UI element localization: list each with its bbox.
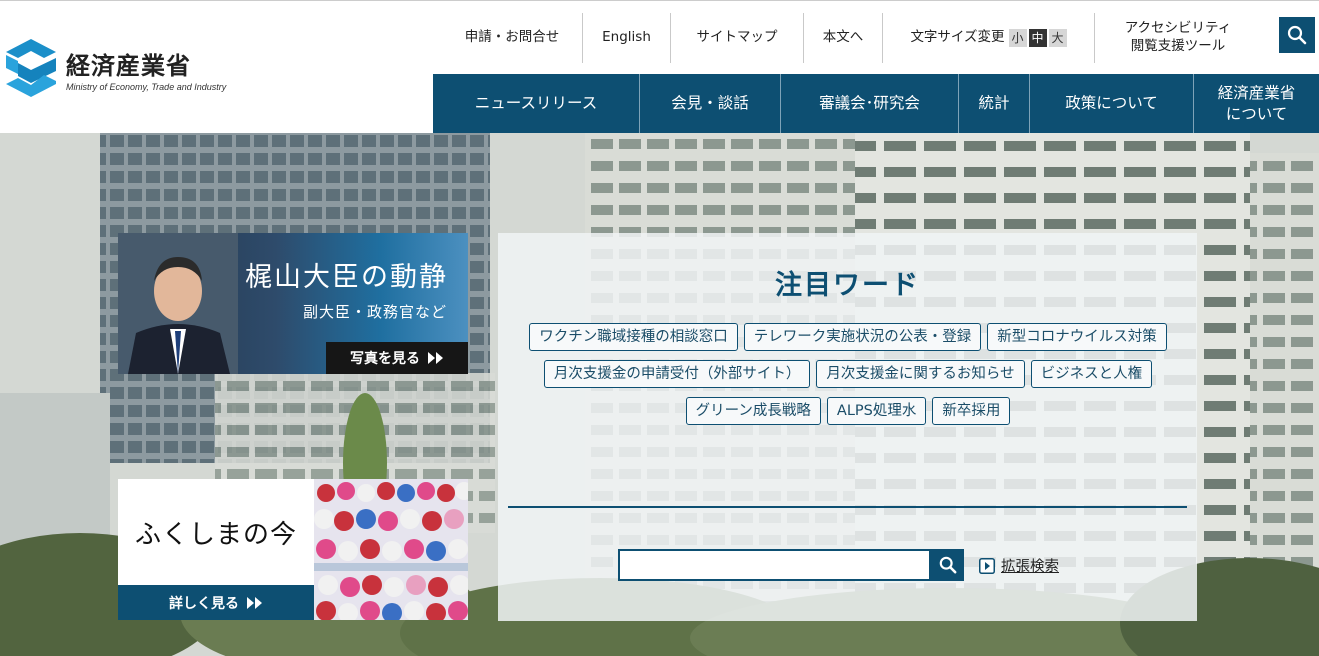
attention-words-title: 注目ワード xyxy=(775,270,920,301)
tag-monthly-support-notice[interactable]: 月次支援金に関するお知らせ xyxy=(816,360,1025,388)
tag-alps-treated-water[interactable]: ALPS処理水 xyxy=(826,397,927,425)
english-link[interactable]: English xyxy=(582,13,670,63)
font-size-large-button[interactable]: 大 xyxy=(1048,29,1067,47)
fukushima-details-button[interactable]: 詳しく見る xyxy=(118,585,314,620)
header-search-button[interactable] xyxy=(1279,17,1315,53)
accessibility-tool-link[interactable]: アクセシビリティ 閲覧支援ツール xyxy=(1094,13,1261,63)
nav-news-release[interactable]: ニュースリリース xyxy=(433,74,639,133)
logo-english: Ministry of Economy, Trade and Industry xyxy=(66,82,227,92)
nav-councils[interactable]: 審議会･研究会 xyxy=(780,74,958,133)
minister-photo xyxy=(118,233,238,374)
double-chevron-right-icon xyxy=(428,352,443,364)
nav-about-line2: について xyxy=(1225,104,1288,123)
utility-nav: 申請・お問合せ English サイトマップ 本文へ 文字サイズ変更 小 中 大… xyxy=(442,13,1261,63)
font-size-medium-button[interactable]: 中 xyxy=(1028,29,1047,47)
logo-japanese: 経済産業省 xyxy=(66,51,191,80)
advanced-search-label: 拡張検索 xyxy=(1001,559,1059,575)
attention-words-panel: 注目ワード ワクチン職域接種の相談窓口 テレワーク実施状況の公表・登録 新型コロ… xyxy=(498,233,1197,621)
nav-statistics[interactable]: 統計 xyxy=(958,74,1029,133)
minister-activities-banner[interactable]: 梶山大臣の動静 副大臣・政務官など 写真を見る xyxy=(118,233,468,374)
global-nav: ニュースリリース 会見・談話 審議会･研究会 統計 政策について 経済産業省 に… xyxy=(433,74,1319,133)
site-search-button[interactable] xyxy=(931,549,964,581)
view-photos-button[interactable]: 写真を見る xyxy=(326,342,468,374)
fukushima-title-box: ふくしまの今 xyxy=(118,479,314,585)
tag-covid[interactable]: 新型コロナウイルス対策 xyxy=(987,323,1167,351)
tag-telework[interactable]: テレワーク実施状況の公表・登録 xyxy=(743,323,982,351)
play-arrow-icon xyxy=(979,557,995,574)
nav-about-meti[interactable]: 経済産業省 について xyxy=(1193,74,1319,133)
font-size-control: 文字サイズ変更 小 中 大 xyxy=(882,13,1094,63)
site-header: 経済産業省 Ministry of Economy, Trade and Ind… xyxy=(0,0,1319,133)
view-photos-label: 写真を見る xyxy=(350,351,420,367)
font-size-label: 文字サイズ変更 xyxy=(910,29,1005,46)
nav-about-line1: 経済産業省 xyxy=(1217,84,1296,103)
tag-monthly-support-application[interactable]: 月次支援金の申請受付（外部サイト） xyxy=(543,360,811,388)
daruma-dolls-photo xyxy=(314,479,468,620)
tag-vaccine-workplace[interactable]: ワクチン職域接種の相談窓口 xyxy=(529,323,738,351)
search-icon xyxy=(1287,25,1307,45)
attention-tag-list: ワクチン職域接種の相談窓口 テレワーク実施状況の公表・登録 新型コロナウイルス対… xyxy=(518,323,1178,425)
tag-green-growth[interactable]: グリーン成長戦略 xyxy=(685,397,821,425)
accessibility-label-line2: 閲覧支援ツール xyxy=(1130,38,1226,54)
search-icon xyxy=(939,556,956,574)
minister-banner-title: 梶山大臣の動静 xyxy=(245,262,448,293)
meti-logo-mark-icon xyxy=(6,39,56,97)
inquiry-link[interactable]: 申請・お問合せ xyxy=(442,13,582,63)
double-chevron-right-icon xyxy=(247,596,262,609)
minister-banner-subtitle: 副大臣・政務官など xyxy=(303,303,448,321)
panel-divider xyxy=(508,506,1187,508)
site-search-input[interactable] xyxy=(618,549,931,581)
fukushima-now-banner[interactable]: ふくしまの今 詳しく見る xyxy=(118,479,468,620)
tag-new-graduate-recruitment[interactable]: 新卒採用 xyxy=(932,397,1011,425)
meti-logo[interactable]: 経済産業省 Ministry of Economy, Trade and Ind… xyxy=(4,37,244,101)
fukushima-details-label: 詳しく見る xyxy=(169,595,239,612)
tag-business-human-rights[interactable]: ビジネスと人権 xyxy=(1030,360,1153,388)
accessibility-label-line1: アクセシビリティ xyxy=(1124,20,1232,37)
fukushima-title: ふくしまの今 xyxy=(134,519,297,550)
skip-to-main-link[interactable]: 本文へ xyxy=(803,13,882,63)
sitemap-link[interactable]: サイトマップ xyxy=(670,13,803,63)
advanced-search-link[interactable]: 拡張検索 xyxy=(979,555,1059,576)
font-size-small-button[interactable]: 小 xyxy=(1008,29,1027,47)
nav-press-conference[interactable]: 会見・談話 xyxy=(639,74,780,133)
nav-policy[interactable]: 政策について xyxy=(1029,74,1193,133)
